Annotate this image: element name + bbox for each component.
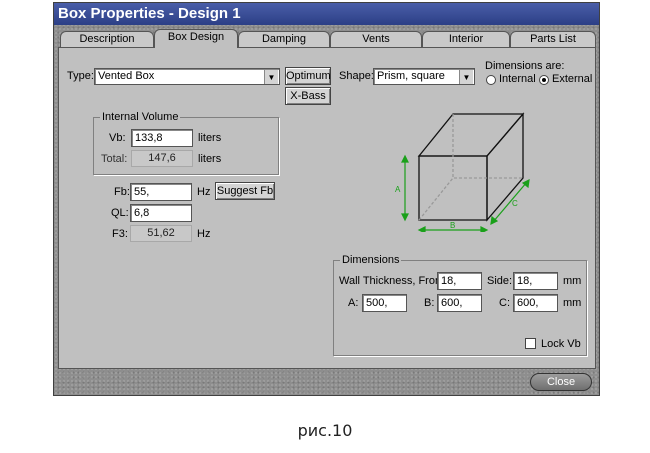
tab-interior[interactable]: Interior bbox=[422, 31, 510, 47]
x-bass-button[interactable]: X-Bass bbox=[285, 87, 331, 105]
c-label: C: bbox=[499, 297, 510, 309]
shape-select-value: Prism, square bbox=[377, 70, 445, 82]
box-wireframe bbox=[417, 112, 525, 222]
box-top-face bbox=[417, 113, 525, 157]
internal-volume-title: Internal Volume bbox=[100, 111, 181, 123]
fb-unit: Hz bbox=[197, 186, 211, 198]
tab-description[interactable]: Description bbox=[60, 31, 154, 47]
c-input[interactable]: 600, bbox=[513, 294, 558, 312]
vb-unit: liters bbox=[198, 132, 222, 144]
internal-radio-label: Internal bbox=[499, 73, 536, 85]
type-label: Type: bbox=[67, 70, 94, 82]
side-label: Side: bbox=[487, 275, 513, 287]
chevron-down-icon[interactable]: ▼ bbox=[264, 70, 278, 84]
wall-front-label: Wall Thickness, Front: bbox=[339, 275, 448, 287]
box-diagram: A B C bbox=[395, 112, 530, 232]
tab-box-design[interactable]: Box Design bbox=[154, 29, 238, 48]
window-title: Box Properties - Design 1 bbox=[54, 3, 599, 25]
wall-front-input[interactable]: 18, bbox=[437, 272, 482, 290]
tab-parts-list[interactable]: Parts List bbox=[510, 31, 596, 47]
lock-vb-checkbox[interactable] bbox=[525, 338, 536, 349]
tab-bar: Description Box Design Damping Vents Int… bbox=[58, 29, 596, 48]
suggest-fb-button[interactable]: Suggest Fb bbox=[215, 182, 275, 200]
mm-unit-2: mm bbox=[563, 297, 582, 309]
close-button[interactable]: Close bbox=[530, 373, 592, 391]
optimum-button[interactable]: Optimum bbox=[285, 67, 331, 85]
vb-input[interactable]: 133,8 bbox=[131, 129, 193, 147]
dim-b-label: B bbox=[450, 221, 455, 230]
tab-damping[interactable]: Damping bbox=[238, 31, 330, 47]
dim-a-label: A bbox=[395, 185, 401, 194]
type-select-value: Vented Box bbox=[98, 70, 155, 82]
dim-c-label: C bbox=[512, 199, 518, 208]
box-design-panel: Type: Vented Box ▼ Optimum X-Bass Shape:… bbox=[58, 47, 596, 369]
box-hidden-edges bbox=[418, 177, 523, 221]
fb-label: Fb: bbox=[114, 186, 130, 198]
lock-vb-label: Lock Vb bbox=[541, 338, 581, 350]
dimensions-title: Dimensions bbox=[340, 254, 402, 266]
ql-input[interactable]: 6,8 bbox=[130, 204, 192, 222]
shape-label: Shape: bbox=[339, 70, 374, 82]
f3-value: 51,62 bbox=[130, 225, 192, 242]
shape-select[interactable]: Prism, square ▼ bbox=[373, 68, 475, 85]
chevron-down-icon[interactable]: ▼ bbox=[459, 70, 473, 84]
b-input[interactable]: 600, bbox=[437, 294, 482, 312]
dimensions-are-label: Dimensions are: bbox=[485, 60, 565, 72]
figure-caption: рис.10 bbox=[297, 421, 353, 440]
tab-vents[interactable]: Vents bbox=[330, 31, 422, 47]
b-label: B: bbox=[424, 297, 435, 309]
f3-label: F3: bbox=[112, 228, 128, 240]
a-input[interactable]: 500, bbox=[362, 294, 407, 312]
type-select[interactable]: Vented Box ▼ bbox=[94, 68, 280, 85]
external-radio-label: External bbox=[552, 73, 593, 85]
external-radio[interactable] bbox=[539, 75, 549, 85]
fb-input[interactable]: 55, bbox=[130, 183, 192, 201]
vb-label: Vb: bbox=[109, 132, 126, 144]
ql-label: QL: bbox=[111, 207, 129, 219]
dim-c-arrow bbox=[492, 181, 528, 223]
internal-radio[interactable] bbox=[486, 75, 496, 85]
a-label: A: bbox=[348, 297, 359, 309]
side-input[interactable]: 18, bbox=[513, 272, 558, 290]
f3-unit: Hz bbox=[197, 228, 211, 240]
total-label: Total: bbox=[101, 153, 128, 165]
total-volume-value: 147,6 bbox=[131, 150, 193, 167]
total-unit: liters bbox=[198, 153, 222, 165]
box-properties-window: Box Properties - Design 1 Description Bo… bbox=[53, 2, 600, 396]
mm-unit-1: mm bbox=[563, 275, 582, 287]
